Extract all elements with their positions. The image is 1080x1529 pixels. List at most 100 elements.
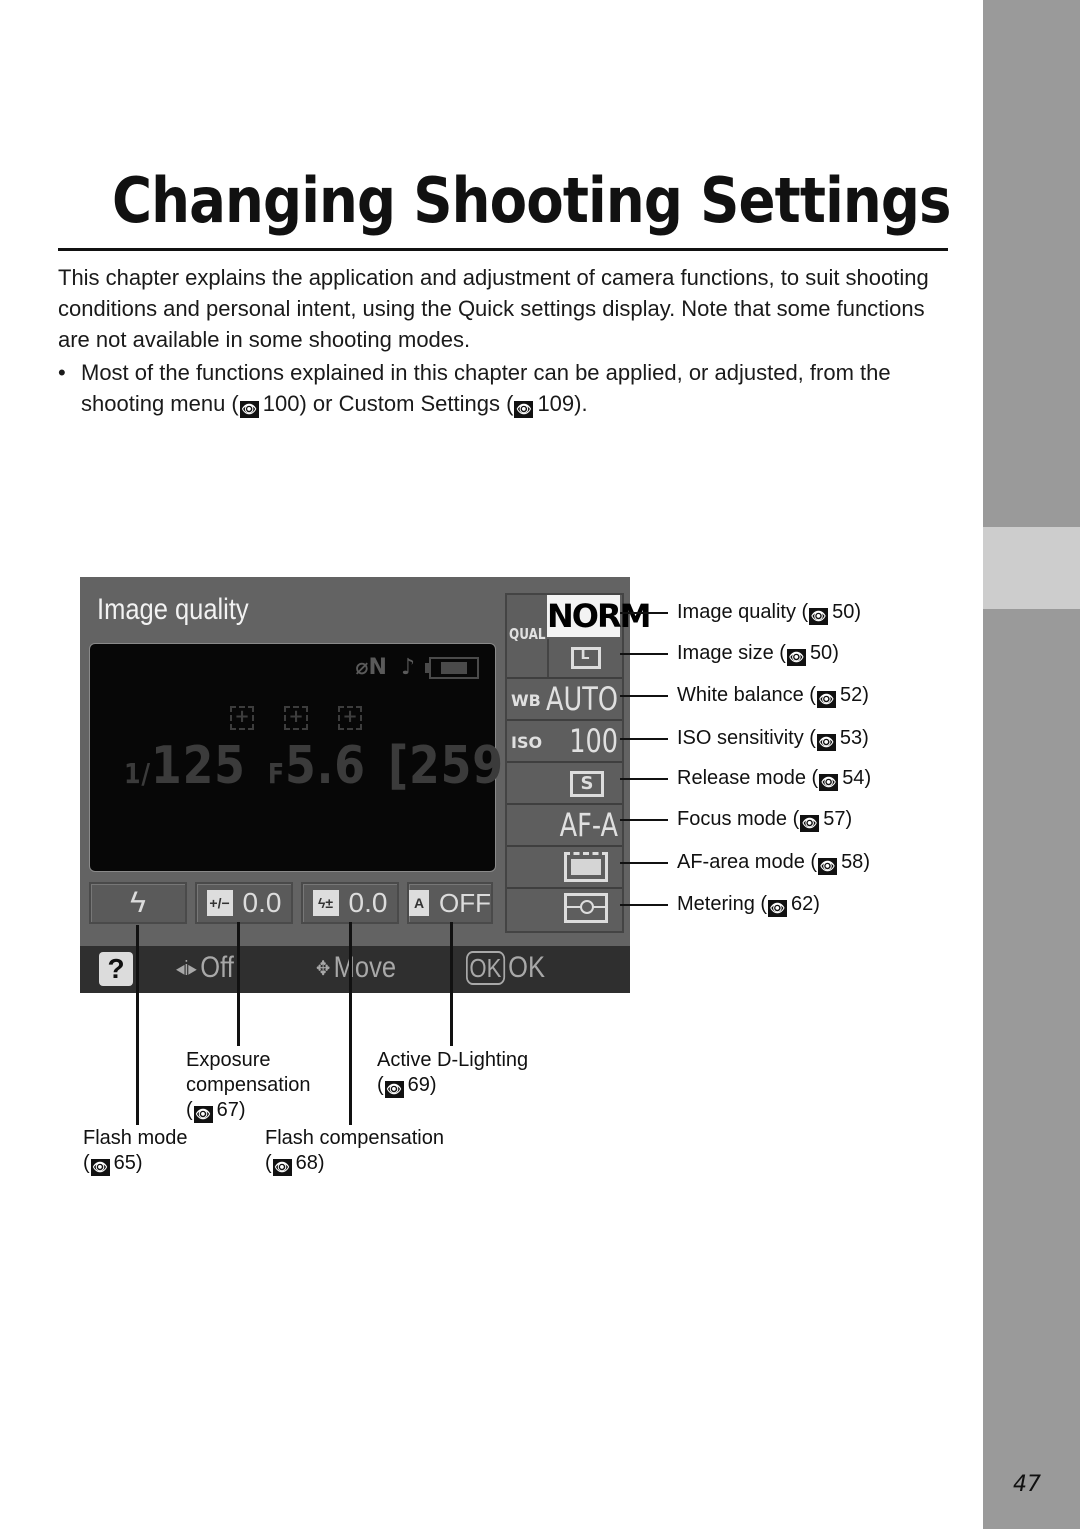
- settings-column: QUAL NORM WB AUTO ISO 100 S AF-A: [505, 593, 651, 933]
- status-text: N: [368, 655, 387, 680]
- callout-label: Release mode (: [677, 767, 819, 789]
- image-quality-setting[interactable]: NORM: [547, 595, 651, 637]
- white-balance-setting[interactable]: WB AUTO: [507, 679, 622, 721]
- flash-mode-setting[interactable]: ϟ: [89, 882, 187, 924]
- page-reference-icon: 👁: [90, 1159, 110, 1176]
- callout-right-item: Release mode (👁 54): [677, 766, 871, 791]
- move-label: Move: [333, 951, 397, 984]
- page-reference-icon: 👁: [816, 691, 836, 708]
- af-area-wide-icon: [564, 852, 608, 882]
- page-reference-icon: 👁: [768, 900, 788, 917]
- page-reference-icon: 👁: [800, 815, 820, 832]
- iso-value: 100: [569, 722, 618, 760]
- iso-setting[interactable]: ISO 100: [507, 721, 622, 763]
- af-point-right: +: [338, 706, 362, 730]
- callout-active-d-lighting: Active D-Lighting (👁 69): [377, 1048, 528, 1098]
- help-bar: ? ◂i▸ Off ✥ Move OK OK: [80, 946, 630, 993]
- page-ref-link[interactable]: 69: [408, 1074, 430, 1096]
- callout-leader-line: [620, 778, 668, 780]
- bullet-marker: •: [58, 360, 66, 385]
- adl-leader: [450, 922, 453, 1046]
- callout-label: White balance (: [677, 684, 816, 706]
- page-ref-link[interactable]: 100: [263, 391, 300, 416]
- callout-leader-line: [620, 819, 668, 821]
- aperture-prefix: F: [267, 757, 285, 790]
- focus-mode-setting[interactable]: AF-A: [507, 805, 622, 847]
- callout-label: Image size (: [677, 642, 786, 664]
- wb-label: WB: [511, 691, 541, 710]
- page-reference-icon: 👁: [272, 1159, 292, 1176]
- page-ref-link[interactable]: 109: [537, 391, 574, 416]
- callout-ref: (👁 65): [83, 1152, 143, 1176]
- callout-label: Active D-Lighting: [377, 1049, 529, 1071]
- callout-label: AF-area mode (: [677, 851, 818, 873]
- active-d-lighting-setting[interactable]: A OFF: [407, 882, 493, 924]
- callout-right-item: AF-area mode (👁 58): [677, 850, 870, 875]
- bullet-text: Most of the functions explained in this …: [81, 357, 958, 419]
- aperture: F5.6: [268, 736, 366, 796]
- af-point-center: +: [284, 706, 308, 730]
- iso-label: ISO: [511, 733, 543, 752]
- flash-mode-leader: [136, 925, 139, 1125]
- page-ref-link[interactable]: 65: [114, 1152, 136, 1174]
- bottom-settings-row: ϟ +/− 0.0 ϟ± 0.0 A OFF: [89, 882, 493, 924]
- shutter-prefix: 1/: [124, 757, 151, 790]
- page-reference-icon: 👁: [818, 858, 838, 875]
- page-ref-link[interactable]: 67: [217, 1099, 239, 1121]
- image-size-setting[interactable]: [547, 639, 622, 677]
- qual-label: QUAL: [509, 625, 546, 643]
- metering-setting[interactable]: [507, 889, 622, 929]
- af-point-left: +: [230, 706, 254, 730]
- bullet-text-part: ).: [574, 391, 588, 416]
- af-area-mode-setting[interactable]: [507, 847, 622, 889]
- af-points: + + +: [230, 706, 362, 730]
- page-ref-link[interactable]: 57: [823, 808, 845, 830]
- adl-icon: A: [409, 890, 429, 916]
- callout-label-end: ): [845, 808, 853, 830]
- beep-icon: ♪: [400, 655, 415, 680]
- page-ref-link[interactable]: 53: [840, 727, 862, 749]
- intro-paragraph: This chapter explains the application an…: [58, 262, 958, 355]
- title-divider: [58, 248, 948, 251]
- callout-label: Focus mode (: [677, 808, 800, 830]
- wb-value: AUTO: [545, 680, 618, 718]
- callout-label: Flash mode: [83, 1127, 188, 1149]
- viewfinder-display: ⌀N ♪ + + + 1/125 F5.6 [259]: [89, 643, 524, 872]
- exposure-comp-leader: [237, 922, 240, 1046]
- exposure-readout: 1/125 F5.6 [259]: [124, 736, 525, 796]
- page-ref-link[interactable]: 58: [841, 851, 863, 873]
- page-ref-link[interactable]: 50: [810, 642, 832, 664]
- matrix-metering-icon: [564, 893, 608, 923]
- image-size-large-icon: [570, 647, 601, 669]
- help-button[interactable]: ?: [99, 952, 133, 986]
- bullet-text-part: ) or Custom Settings (: [299, 391, 514, 416]
- ok-label: OK: [508, 951, 545, 984]
- info-off-label: Off: [200, 951, 234, 984]
- page-ref-link[interactable]: 68: [296, 1152, 318, 1174]
- callout-ref: (👁 67): [186, 1099, 246, 1123]
- page-reference-icon: 👁: [786, 649, 806, 666]
- info-button-icon: ◂i▸: [176, 957, 197, 980]
- page-reference-icon: 👁: [239, 401, 259, 418]
- exposure-comp-value: 0.0: [242, 887, 282, 918]
- callout-label-end: ): [863, 851, 870, 873]
- page-ref-link[interactable]: 62: [791, 893, 813, 915]
- callout-leader-line: [620, 695, 668, 697]
- page-ref-link[interactable]: 54: [842, 767, 864, 789]
- multi-selector-icon: ✥: [316, 957, 331, 980]
- callout-label-end: ): [864, 767, 872, 789]
- callout-label: Metering (: [677, 893, 768, 915]
- exposure-comp-setting[interactable]: +/− 0.0: [195, 882, 293, 924]
- screen-title: Image quality: [97, 593, 249, 626]
- page-reference-icon: 👁: [514, 401, 534, 418]
- page-ref-link[interactable]: 50: [832, 601, 854, 623]
- page-title: Changing Shooting Settings: [112, 164, 952, 237]
- single-frame-icon: S: [570, 771, 604, 797]
- page-ref-link[interactable]: 52: [840, 684, 862, 706]
- release-mode-setting[interactable]: S: [507, 763, 622, 805]
- callout-right-item: Image quality (👁 50): [677, 600, 861, 625]
- callout-leader-line: [620, 738, 668, 740]
- callout-flash-comp: Flash compensation (👁 68): [265, 1126, 444, 1176]
- flash-comp-setting[interactable]: ϟ± 0.0: [301, 882, 399, 924]
- callout-label: Image quality (: [677, 601, 809, 623]
